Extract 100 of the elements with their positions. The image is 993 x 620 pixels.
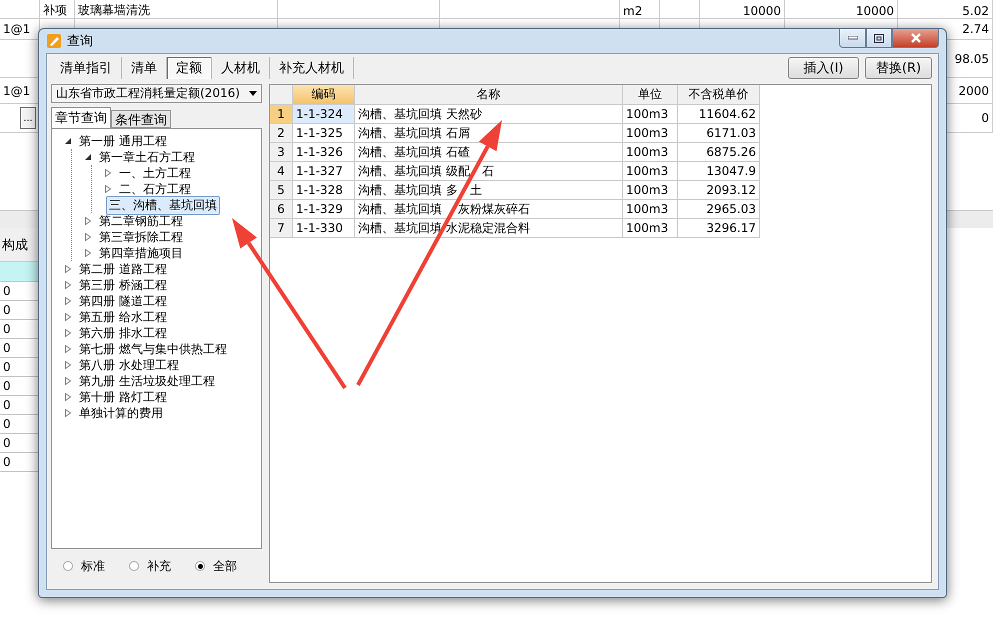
library-dropdown[interactable]: 山东省市政工程消耗量定额(2016) — [51, 84, 262, 103]
table-cell: 沟槽、基坑回填 灰粉煤灰碎石 — [355, 200, 623, 219]
table-cell: 1@1 — [3, 84, 30, 98]
window-title: 查询 — [67, 33, 93, 50]
app-icon — [46, 33, 62, 49]
tree-item[interactable]: 第一章土石方工程 — [96, 148, 198, 166]
table-cell: 0 — [3, 360, 11, 374]
table-cell: 1@1 — [3, 22, 30, 36]
table-cell: 沟槽、基坑回填 石屑 — [355, 124, 623, 143]
tab[interactable]: 条件查询 — [111, 110, 171, 128]
row-number[interactable]: 1 — [270, 105, 293, 124]
table-cell: 6171.03 — [678, 124, 760, 143]
close-button[interactable] — [892, 29, 939, 48]
table-cell: 10000 — [856, 4, 894, 18]
corner-cell — [270, 85, 293, 105]
tree-item[interactable]: 单独计算的费用 — [76, 404, 166, 422]
tab[interactable]: 补充人材机 — [270, 57, 354, 79]
tree-item[interactable]: 二、石方工程 — [116, 180, 194, 198]
column-header: 构成 — [2, 236, 28, 254]
table-cell: 0 — [3, 341, 11, 355]
radio-option[interactable]: 全部 — [195, 558, 237, 574]
tree-item[interactable]: 第五册 给水工程 — [76, 308, 170, 326]
tree-item[interactable]: 三、沟槽、基坑回填 — [106, 196, 220, 214]
table-cell: 13047.9 — [678, 162, 760, 181]
column-header[interactable]: 编码 — [293, 85, 355, 105]
row-number[interactable]: 5 — [270, 181, 293, 200]
table-cell: 1-1-325 — [293, 124, 355, 143]
table-cell: 100m3 — [623, 105, 678, 124]
table-cell: 0 — [3, 284, 11, 298]
table-cell: 0 — [3, 398, 11, 412]
row-number[interactable]: 6 — [270, 200, 293, 219]
column-header[interactable]: 不含税单价 — [678, 85, 760, 105]
table-cell: 沟槽、基坑回填 天然砂 — [355, 105, 623, 124]
tree-item[interactable]: 第八册 水处理工程 — [76, 356, 182, 374]
tab[interactable]: 人材机 — [212, 57, 270, 79]
close-icon — [910, 33, 922, 43]
insert-button[interactable]: 插入(I) — [788, 57, 859, 79]
table-cell: 11604.62 — [678, 105, 760, 124]
table-cell: 玻璃幕墙清洗 — [78, 2, 150, 19]
tree-item[interactable]: 第三章拆除工程 — [96, 228, 186, 246]
minimize-button[interactable] — [839, 29, 866, 48]
tree-item[interactable]: 第六册 排水工程 — [76, 324, 170, 342]
tree-item[interactable]: 第二章钢筋工程 — [96, 212, 186, 230]
radio-option[interactable]: 补充 — [129, 558, 171, 574]
radio-icon[interactable] — [129, 561, 139, 571]
radio-option[interactable]: 标准 — [63, 558, 105, 574]
tree-item[interactable]: 第二册 道路工程 — [76, 260, 170, 278]
radio-icon[interactable] — [195, 561, 205, 571]
tree-item[interactable]: 第七册 燃气与集中供热工程 — [76, 340, 230, 358]
tree-item[interactable]: 第九册 生活垃圾处理工程 — [76, 372, 218, 390]
table-cell: 0 — [3, 436, 11, 450]
table-cell: 0 — [3, 455, 11, 469]
tree-item[interactable]: 第四册 隧道工程 — [76, 292, 170, 310]
table-cell: 0 — [3, 379, 11, 393]
selected-row[interactable] — [0, 262, 40, 282]
table-cell: 2093.12 — [678, 181, 760, 200]
table-cell: m2 — [623, 4, 642, 18]
table-cell: 1-1-327 — [293, 162, 355, 181]
table-cell: 100m3 — [623, 162, 678, 181]
row-number[interactable]: 7 — [270, 219, 293, 238]
table-cell: 1-1-329 — [293, 200, 355, 219]
table-cell: 98.05 — [954, 52, 989, 66]
tree-item[interactable]: 第一册 通用工程 — [76, 132, 170, 150]
table-cell: 1-1-326 — [293, 143, 355, 162]
collapse-icon[interactable] — [84, 153, 92, 161]
table-cell: 0 — [981, 111, 989, 125]
dropdown-arrow-icon — [249, 91, 257, 96]
collapse-icon[interactable] — [64, 137, 72, 145]
radio-icon[interactable] — [63, 561, 73, 571]
row-number[interactable]: 2 — [270, 124, 293, 143]
tree-item[interactable]: 第三册 桥涵工程 — [76, 276, 170, 294]
table-cell: 沟槽、基坑回填 多 土 — [355, 181, 623, 200]
table-cell: 3296.17 — [678, 219, 760, 238]
table-cell: 1-1-330 — [293, 219, 355, 238]
more-button[interactable]: ... — [20, 107, 36, 129]
table-cell: 6875.26 — [678, 143, 760, 162]
table-cell: 沟槽、基坑回填 级配 石 — [355, 162, 623, 181]
table-cell: 10000 — [742, 4, 781, 18]
table-cell: 5.02 — [962, 4, 989, 18]
table-cell: 沟槽、基坑回填 石碴 — [355, 143, 623, 162]
table-cell: 100m3 — [623, 143, 678, 162]
column-header[interactable]: 名称 — [355, 85, 623, 105]
row-number[interactable]: 3 — [270, 143, 293, 162]
tree-item[interactable]: 第十册 路灯工程 — [76, 388, 170, 406]
row-number[interactable]: 4 — [270, 162, 293, 181]
restore-icon — [874, 34, 884, 42]
tree-item[interactable]: 第四章措施项目 — [96, 244, 186, 262]
column-header[interactable]: 单位 — [623, 85, 678, 105]
table-cell: 补项 — [43, 2, 67, 19]
table-cell: 100m3 — [623, 124, 678, 143]
table-cell: 0 — [3, 322, 11, 336]
tab[interactable]: 清单指引 — [51, 57, 122, 79]
replace-button[interactable]: 替换(R) — [865, 57, 932, 79]
tab[interactable]: 定额 — [167, 57, 212, 79]
table-cell: 1-1-328 — [293, 181, 355, 200]
tree-item[interactable]: 一、土方工程 — [116, 164, 194, 182]
maximize-button[interactable] — [866, 29, 892, 48]
table-cell: 0 — [3, 417, 11, 431]
tab[interactable]: 章节查询 — [51, 107, 111, 128]
minimize-icon — [848, 36, 858, 40]
